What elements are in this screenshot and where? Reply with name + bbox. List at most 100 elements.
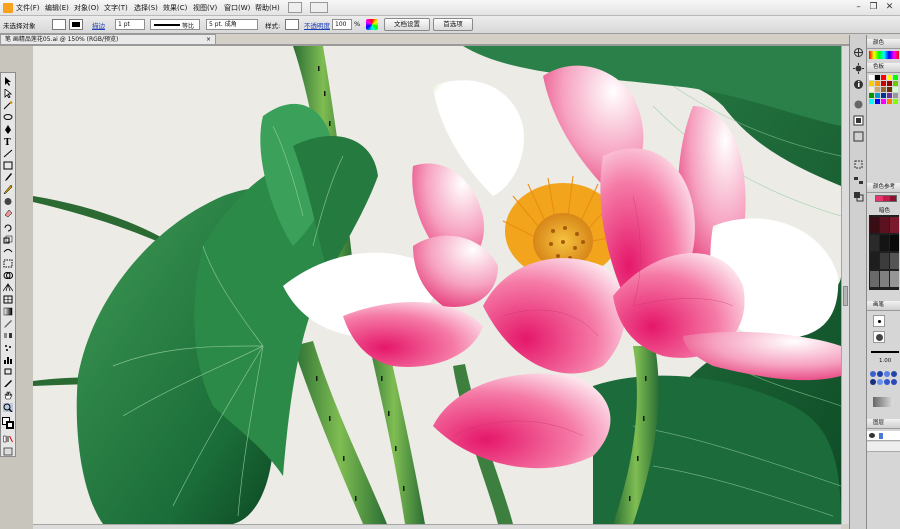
swatch[interactable] <box>887 87 892 92</box>
symbol-sprayer-tool-icon[interactable] <box>3 343 13 352</box>
symbol-dot[interactable] <box>870 379 876 385</box>
swatch[interactable] <box>881 87 886 92</box>
swatch[interactable] <box>869 93 874 98</box>
menu-window[interactable]: 窗口(W) <box>224 3 250 13</box>
info-panel-icon[interactable] <box>853 79 864 90</box>
guide-swatch[interactable] <box>880 235 889 251</box>
recolor-artwork-icon[interactable] <box>366 19 378 30</box>
style-swatch[interactable] <box>285 19 299 30</box>
symbols-panel-icon[interactable] <box>853 131 864 142</box>
layer-row-2[interactable] <box>867 442 900 452</box>
swatch[interactable] <box>875 99 880 104</box>
swatch[interactable] <box>881 81 886 86</box>
swatch[interactable] <box>881 93 886 98</box>
symbol-dots[interactable] <box>869 369 899 393</box>
hand-tool-icon[interactable] <box>3 391 13 400</box>
variable-width-profile[interactable]: 等比 <box>150 19 200 30</box>
slice-tool-icon[interactable] <box>3 379 13 388</box>
guide-swatch[interactable] <box>880 271 889 287</box>
rectangle-tool-icon[interactable] <box>3 161 13 170</box>
mesh-tool-icon[interactable] <box>3 295 13 304</box>
swatch[interactable] <box>893 75 898 80</box>
symbol-dot[interactable] <box>891 371 897 377</box>
guide-swatch[interactable] <box>890 217 899 233</box>
swatch[interactable] <box>869 75 874 80</box>
opacity-label-link[interactable]: 不透明度 <box>304 20 330 30</box>
free-transform-tool-icon[interactable] <box>3 259 13 268</box>
color-spectrum[interactable] <box>869 51 899 59</box>
guide-swatch[interactable] <box>880 217 889 233</box>
paintbrush-tool-icon[interactable] <box>3 173 13 182</box>
swatch[interactable] <box>893 87 898 92</box>
minimize-button[interactable]: – <box>852 2 865 13</box>
swatch[interactable] <box>893 99 898 104</box>
menu-effect[interactable]: 效果(C) <box>163 3 187 13</box>
type-tool-icon[interactable]: T <box>3 137 13 146</box>
perspective-grid-tool-icon[interactable] <box>3 283 13 292</box>
lotus-artwork[interactable] <box>33 46 841 524</box>
rotate-tool-icon[interactable] <box>3 223 13 232</box>
pencil-tool-icon[interactable] <box>3 185 13 194</box>
opacity-field[interactable]: 100 <box>332 19 352 30</box>
artboard-canvas[interactable] <box>33 46 841 524</box>
swatch[interactable] <box>869 99 874 104</box>
swatch[interactable] <box>869 87 874 92</box>
symbol-dot[interactable] <box>877 379 883 385</box>
guide-swatch[interactable] <box>880 253 889 269</box>
selection-tool-icon[interactable] <box>3 77 13 86</box>
brightness-panel-icon[interactable] <box>853 63 864 74</box>
symbol-dot[interactable] <box>877 371 883 377</box>
eraser-tool-icon[interactable] <box>3 209 13 218</box>
swatch[interactable] <box>887 93 892 98</box>
pen-tool-icon[interactable] <box>3 125 13 134</box>
vertical-scroll-thumb[interactable] <box>843 286 848 306</box>
swatch[interactable] <box>875 87 880 92</box>
swatch[interactable] <box>887 81 892 86</box>
shape-builder-tool-icon[interactable] <box>3 271 13 280</box>
vertical-scrollbar[interactable] <box>841 46 849 524</box>
swatches-panel-tab[interactable]: 色板 <box>867 63 900 73</box>
menu-object[interactable]: 对象(O) <box>74 3 99 13</box>
swatch[interactable] <box>875 75 880 80</box>
graphic-styles-panel-icon[interactable] <box>853 115 864 126</box>
document-setup-button[interactable]: 文档设置 <box>384 18 430 31</box>
menu-edit[interactable]: 编辑(E) <box>45 3 69 13</box>
line-tool-icon[interactable] <box>3 149 13 158</box>
color-panel-icon[interactable] <box>853 47 864 58</box>
guide-swatch[interactable] <box>870 271 879 287</box>
lasso-tool-icon[interactable] <box>3 113 13 122</box>
stroke-swatch[interactable] <box>69 19 83 30</box>
guide-swatch[interactable] <box>890 235 899 251</box>
zoom-tool-icon[interactable] <box>3 403 13 412</box>
symbol-dot[interactable] <box>884 371 890 377</box>
swatch[interactable] <box>893 93 898 98</box>
gradient-tool-icon[interactable] <box>3 307 13 316</box>
column-graph-tool-icon[interactable] <box>3 355 13 364</box>
horizontal-scrollbar[interactable] <box>33 524 841 529</box>
align-panel-icon[interactable] <box>853 175 864 186</box>
brush-definition-field[interactable]: 5 pt. 成角 <box>206 19 258 30</box>
brush-preview-2[interactable] <box>873 331 885 343</box>
color-guide-harmony[interactable] <box>875 195 897 202</box>
screen-mode-icon[interactable] <box>3 447 13 456</box>
stroke-label-link[interactable]: 描边 <box>92 20 105 30</box>
guide-swatch[interactable] <box>890 253 899 269</box>
brushes-panel-tab[interactable]: 画笔 <box>867 301 900 311</box>
swatch[interactable] <box>881 99 886 104</box>
bridge-button[interactable] <box>288 2 302 13</box>
color-guide-grid[interactable] <box>869 215 899 290</box>
layer-row[interactable] <box>867 431 900 441</box>
layers-panel-tab[interactable]: 图层 <box>867 419 900 429</box>
pathfinder-panel-icon[interactable] <box>853 191 864 202</box>
swatch[interactable] <box>869 81 874 86</box>
swatch[interactable] <box>881 75 886 80</box>
eyedropper-tool-icon[interactable] <box>3 319 13 328</box>
eye-icon[interactable] <box>869 433 875 438</box>
color-mode-icon[interactable] <box>3 435 13 444</box>
close-window-button[interactable]: ✕ <box>883 2 896 13</box>
swatch-grid[interactable] <box>869 75 899 105</box>
fill-stroke-indicator[interactable] <box>2 417 15 430</box>
guide-swatch[interactable] <box>870 235 879 251</box>
guide-swatch[interactable] <box>870 217 879 233</box>
menu-file[interactable]: 文件(F) <box>16 3 40 13</box>
